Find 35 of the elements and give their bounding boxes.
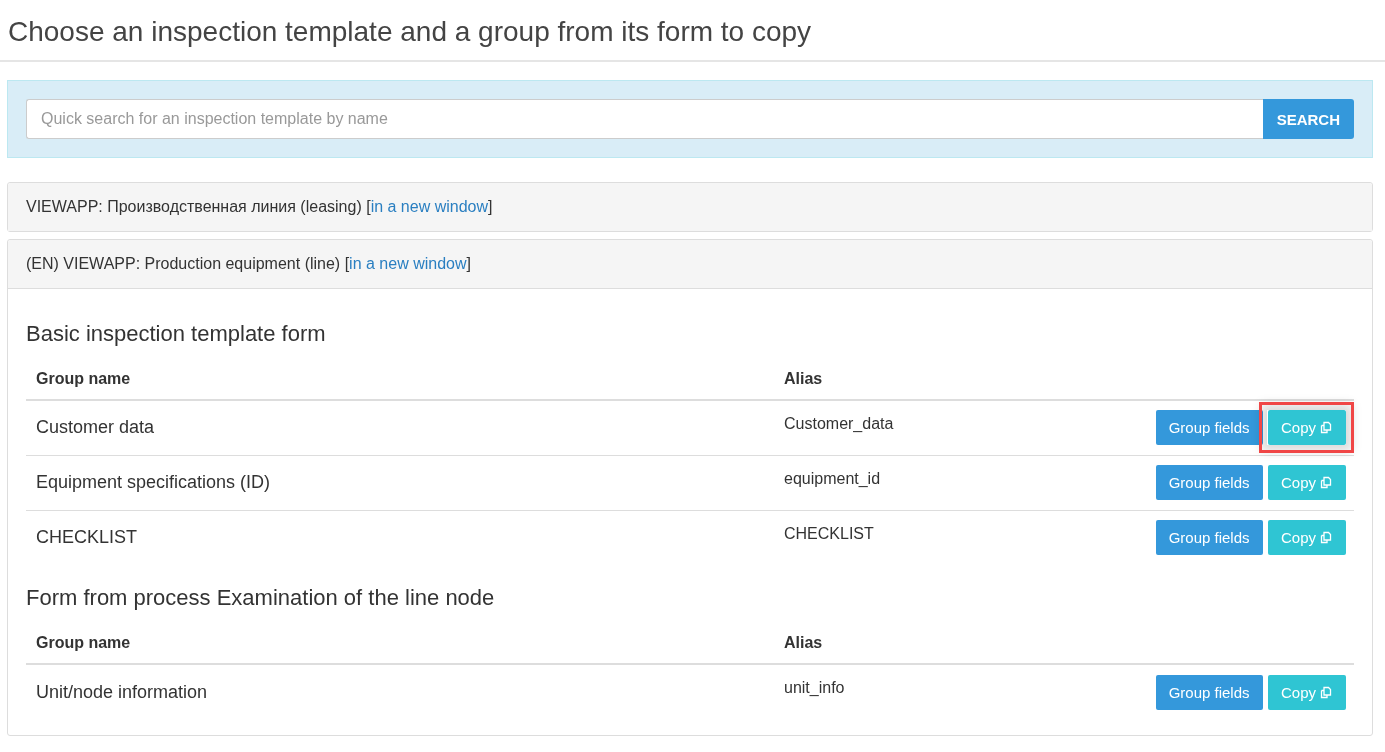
new-window-link[interactable]: in a new window (370, 198, 489, 215)
panel-header[interactable]: VIEWAPP: Производственная линия (leasing) [in a new window] (8, 183, 1372, 231)
copy-button[interactable]: Copy (1267, 465, 1346, 500)
column-header: Group name (26, 359, 774, 400)
new-window-link[interactable]: in a new window (349, 255, 467, 272)
group-name-cell: Customer data (26, 400, 774, 455)
copy-icon (1320, 421, 1333, 435)
alias-cell: Customer_data (774, 400, 1114, 455)
group-name-cell: CHECKLIST (26, 510, 774, 565)
template-title: VIEWAPP: Производственная линия (leasing) [in a new window] (26, 198, 493, 216)
search-button[interactable]: SEARCH (1262, 99, 1354, 139)
alias-cell: CHECKLIST (774, 510, 1114, 565)
column-header: Alias (774, 623, 1114, 664)
search-field[interactable]: Quick search for an inspection template by name (26, 99, 1263, 139)
group-fields-button[interactable]: Group fields (1155, 520, 1263, 556)
column-header: Group name (26, 623, 774, 664)
group-fields-button[interactable]: Group fields (1155, 410, 1263, 446)
alias-cell: equipment_id (774, 455, 1114, 510)
panel-header[interactable]: (EN) VIEWAPP: Production equipment (line) [in a new window] (8, 240, 1372, 289)
copy-button[interactable]: Copy (1267, 410, 1346, 446)
section-heading: Basic inspection template form (26, 320, 327, 348)
copy-button[interactable]: Copy (1267, 674, 1346, 710)
group-name-cell: Unit/node information (26, 664, 774, 719)
group-name-cell: Equipment specifications (ID) (26, 455, 774, 510)
copy-icon (1320, 531, 1333, 545)
group-fields-button[interactable]: Group fields (1155, 465, 1263, 500)
column-header: Alias (774, 359, 1114, 400)
template-title: (EN) VIEWAPP: Production equipment (line) [in a new window] (26, 255, 471, 273)
copy-icon (1320, 685, 1333, 699)
group-fields-button[interactable]: Group fields (1155, 674, 1263, 710)
alias-cell: unit_info (774, 664, 1114, 719)
copy-button[interactable]: Copy (1267, 520, 1346, 556)
dialog-title: Choose an inspection template and a group from its form to copy (0, 0, 1385, 61)
copy-icon (1320, 476, 1333, 489)
section-heading: Form from process Examination of the line node (26, 584, 496, 612)
